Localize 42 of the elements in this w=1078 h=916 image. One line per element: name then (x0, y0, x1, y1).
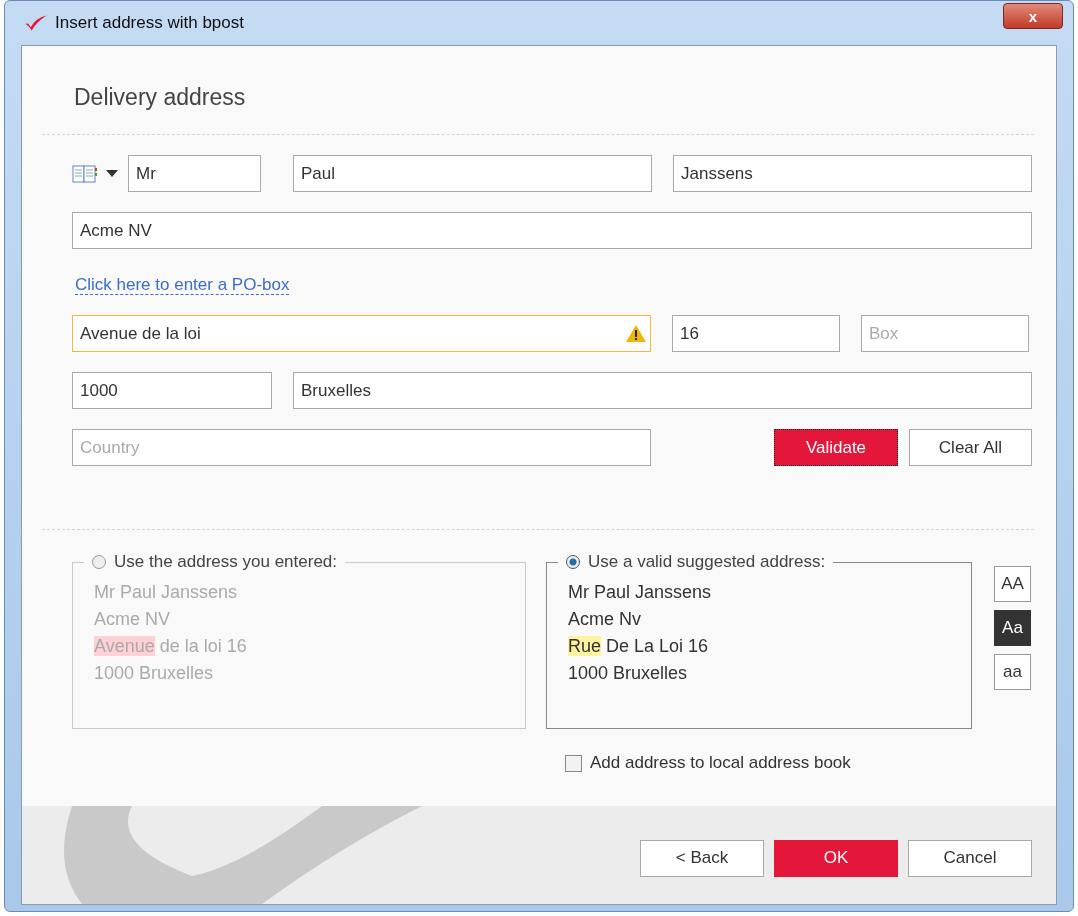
country-field[interactable]: Country (72, 429, 651, 466)
dialog-button[interactable]: < Back (640, 839, 764, 877)
case-button[interactable]: AA (994, 566, 1031, 602)
case-button[interactable]: aa (994, 654, 1031, 690)
highlighted-word: Avenue (94, 636, 155, 656)
address-text: Acme NV (94, 609, 171, 629)
dialog-button[interactable]: Cancel (908, 839, 1032, 877)
window-title: Insert address with bpost (55, 13, 245, 33)
address-text: Acme Nv (568, 609, 641, 629)
address-text: de la loi 16 (158, 636, 247, 656)
dialog-button[interactable]: OK (774, 839, 898, 877)
address-text: 1000 Bruxelles (568, 663, 688, 683)
checkbox[interactable] (565, 754, 582, 772)
street-field[interactable]: Avenue de la loi (72, 315, 651, 352)
section-heading: Delivery address (73, 83, 247, 112)
radio-button[interactable] (92, 555, 106, 569)
checkbox-label[interactable]: Add address to local address book (590, 753, 851, 773)
warning-icon (625, 324, 647, 343)
book-icon (72, 164, 98, 183)
validate-button[interactable]: Validate (774, 429, 898, 466)
city-field[interactable]: Bruxelles (293, 372, 1032, 409)
box-field[interactable]: Box (861, 315, 1029, 352)
company-field[interactable]: Acme NV (72, 212, 1032, 249)
close-button[interactable]: x (1003, 3, 1063, 29)
address-text: Mr Paul Janssens (568, 582, 712, 602)
postal-code-field[interactable]: 1000 (72, 372, 272, 409)
last-name-field[interactable]: Janssens (673, 155, 1032, 192)
po-box-link[interactable]: Click here to enter a PO-box (75, 275, 290, 295)
option-label[interactable]: Use a valid suggested address: (588, 552, 826, 572)
radio-button[interactable] (566, 555, 580, 569)
address-text: De La Loi 16 (605, 636, 709, 656)
first-name-field[interactable]: Paul (293, 155, 652, 192)
case-button[interactable]: Aa (994, 610, 1031, 646)
title-field[interactable]: Mr (128, 155, 261, 192)
address-book-button[interactable] (72, 164, 118, 183)
caret-icon (106, 170, 118, 177)
highlighted-word: Rue (568, 636, 602, 656)
address-text: 1000 Bruxelles (94, 663, 214, 683)
number-field[interactable]: 16 (672, 315, 840, 352)
clear-all-button[interactable]: Clear All (909, 429, 1032, 466)
address-text: Mr Paul Janssens (94, 582, 238, 602)
option-label[interactable]: Use the address you entered: (114, 552, 338, 572)
